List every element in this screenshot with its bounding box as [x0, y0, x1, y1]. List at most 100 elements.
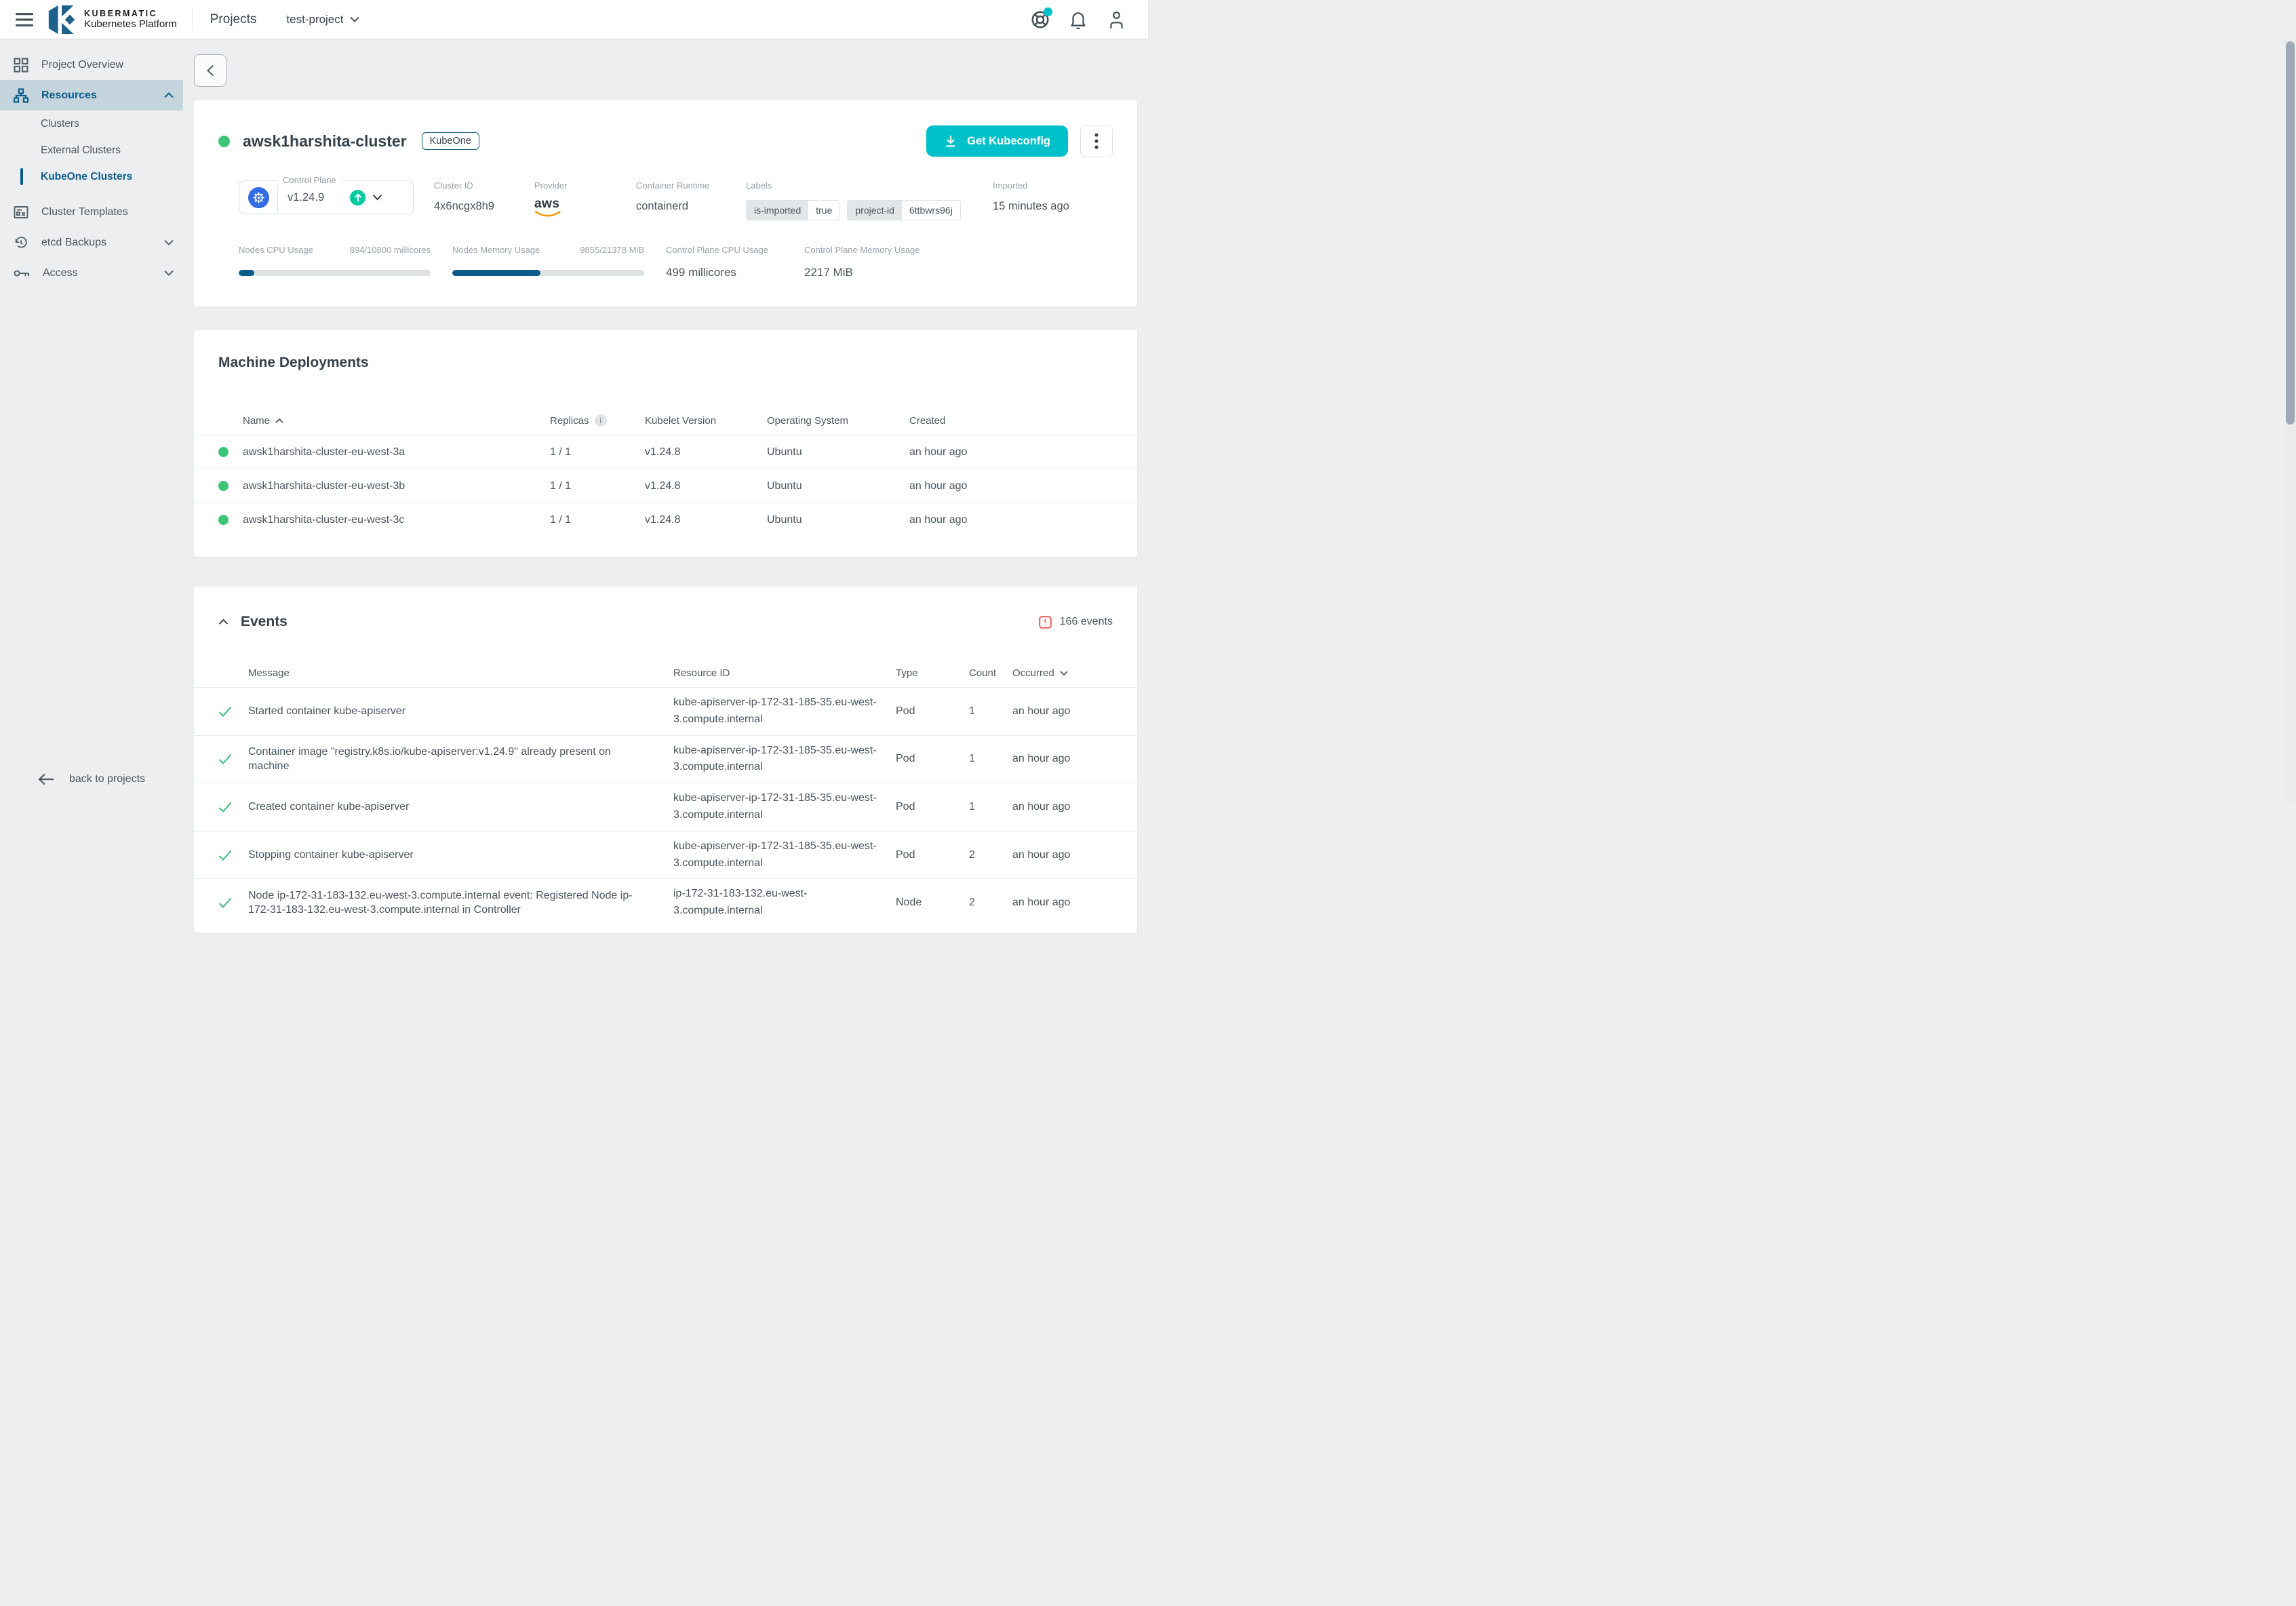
sidebar-item-label: Clusters — [41, 118, 79, 130]
column-label: Kubelet Version — [645, 415, 716, 427]
column-label: Type — [896, 667, 918, 679]
column-label: Created — [909, 415, 945, 427]
sidebar-item-etcd-backups[interactable]: etcd Backups — [0, 227, 183, 258]
version-dropdown-chevron[interactable] — [372, 194, 382, 201]
project-selector-dropdown[interactable]: test-project — [286, 13, 359, 26]
event-message: Container image "registry.k8s.io/kube-ap… — [248, 738, 668, 781]
event-resource-id: ip-172-31-183-132.eu-west-3.compute.inte… — [673, 879, 890, 926]
cluster-id-label: Cluster ID — [434, 180, 514, 191]
provider-label: Provider — [534, 180, 616, 191]
md-replicas: 1 / 1 — [550, 446, 645, 458]
column-count: Count — [969, 667, 1007, 679]
md-created: an hour ago — [909, 480, 1113, 492]
aws-word: aws — [534, 197, 559, 210]
cluster-name-title: awsk1harshita-cluster — [243, 132, 407, 151]
scrollbar-thumb[interactable] — [2286, 41, 2295, 425]
get-kubeconfig-button[interactable]: Get Kubeconfig — [926, 125, 1068, 157]
warning-icon — [1039, 616, 1052, 629]
chevron-up-icon — [164, 92, 174, 98]
event-message: Node ip-172-31-183-132.eu-west-3.compute… — [248, 882, 668, 924]
label-chip: is-imported true — [746, 200, 840, 220]
event-occurred: an hour ago — [1012, 897, 1113, 909]
hamburger-menu-icon[interactable] — [11, 6, 38, 33]
machine-deployment-row[interactable]: awsk1harshita-cluster-eu-west-3a 1 / 1 v… — [194, 435, 1137, 469]
cp-cpu-usage-value: 499 millicores — [666, 266, 783, 279]
events-count-badge: 166 events — [1039, 616, 1113, 629]
chevron-down-icon — [164, 270, 174, 276]
event-row[interactable]: Started container kube-apiserver kube-ap… — [194, 687, 1137, 735]
sidebar: Project Overview Resources Clusters Exte… — [0, 39, 183, 803]
sidebar-item-label: Resources — [41, 90, 151, 102]
event-type: Pod — [896, 705, 964, 718]
back-to-projects-link[interactable]: back to projects — [0, 773, 183, 803]
column-message: Message — [248, 667, 668, 679]
column-created: Created — [909, 415, 1113, 427]
user-account-button[interactable] — [1102, 5, 1130, 34]
help-button[interactable] — [1026, 5, 1054, 34]
machine-deployments-card: Machine Deployments Name Replicas i Kube… — [194, 330, 1137, 557]
cluster-status-healthy-icon — [218, 136, 230, 147]
events-title: Events — [241, 614, 288, 630]
column-kubelet-version: Kubelet Version — [645, 415, 767, 427]
page-scrollbar[interactable] — [2284, 39, 2296, 803]
sidebar-item-kubeone-clusters[interactable]: KubeOne Clusters — [0, 163, 183, 190]
column-occurred-sort[interactable]: Occurred — [1012, 667, 1113, 679]
sidebar-item-clusters[interactable]: Clusters — [0, 111, 183, 137]
md-created: an hour ago — [909, 446, 1113, 458]
sort-desc-icon — [1060, 671, 1068, 675]
template-card-icon — [14, 205, 28, 220]
imported-label: Imported — [993, 180, 1069, 191]
back-button[interactable] — [194, 54, 226, 87]
cluster-id-value: 4x6ncgx8h9 — [434, 200, 514, 213]
replicas-info-icon[interactable]: i — [595, 414, 607, 427]
md-kubelet-version: v1.24.8 — [645, 514, 767, 526]
sidebar-item-external-clusters[interactable]: External Clusters — [0, 137, 183, 163]
event-row[interactable]: Created container kube-apiserver kube-ap… — [194, 783, 1137, 831]
sidebar-item-label: External Clusters — [41, 144, 121, 157]
sidebar-item-resources[interactable]: Resources — [0, 80, 183, 111]
column-label: Replicas — [550, 415, 589, 427]
events-collapse-chevron[interactable] — [218, 619, 229, 625]
control-plane-version-selector[interactable]: Control Plane — [239, 180, 414, 214]
success-check-icon — [218, 753, 232, 764]
event-resource-id: kube-apiserver-ip-172-31-185-35.eu-west-… — [673, 688, 890, 735]
nodes-cpu-usage-meter: Nodes CPU Usage 894/10800 millicores — [239, 245, 431, 279]
sidebar-item-label: Project Overview — [41, 59, 174, 71]
kubermatic-logo — [47, 4, 77, 35]
sidebar-item-label: KubeOne Clusters — [41, 171, 132, 183]
cp-memory-usage-label: Control Plane Memory Usage — [804, 245, 921, 255]
events-count-label: 166 events — [1060, 616, 1113, 628]
label-key: project-id — [848, 201, 902, 220]
events-card: Events 166 events Message Resource ID Ty… — [194, 587, 1137, 933]
machine-deployment-row[interactable]: awsk1harshita-cluster-eu-west-3c 1 / 1 v… — [194, 503, 1137, 536]
back-to-projects-label: back to projects — [69, 773, 145, 785]
event-occurred: an hour ago — [1012, 801, 1113, 813]
cluster-actions-menu-button[interactable] — [1080, 125, 1113, 157]
event-row[interactable]: Node ip-172-31-183-132.eu-west-3.compute… — [194, 878, 1137, 926]
chevron-left-icon — [207, 64, 214, 77]
event-row[interactable]: Container image "registry.k8s.io/kube-ap… — [194, 735, 1137, 783]
key-icon — [14, 268, 30, 279]
sidebar-item-project-overview[interactable]: Project Overview — [0, 50, 183, 80]
nodes-cpu-value: 894/10800 millicores — [350, 245, 431, 255]
sidebar-item-cluster-templates[interactable]: Cluster Templates — [0, 197, 183, 227]
sidebar-item-access[interactable]: Access — [0, 258, 183, 288]
status-healthy-icon — [218, 481, 229, 491]
column-name-sort[interactable]: Name — [243, 415, 550, 427]
arrow-left-icon — [38, 773, 54, 785]
event-occurred: an hour ago — [1012, 849, 1113, 861]
notifications-bell-button[interactable] — [1064, 5, 1092, 34]
event-count: 1 — [969, 705, 1007, 718]
column-label: Name — [243, 415, 270, 427]
upgrade-available-icon[interactable] — [350, 190, 365, 205]
grid-icon — [14, 58, 28, 73]
event-type: Node — [896, 897, 964, 909]
container-runtime-label: Container Runtime — [636, 180, 726, 191]
machine-deployment-row[interactable]: awsk1harshita-cluster-eu-west-3b 1 / 1 v… — [194, 469, 1137, 503]
event-row[interactable]: Stopping container kube-apiserver kube-a… — [194, 831, 1137, 879]
event-count: 2 — [969, 897, 1007, 909]
kubernetes-icon — [248, 187, 269, 208]
sidebar-item-label: Access — [43, 267, 151, 279]
cluster-summary-card: awsk1harshita-cluster KubeOne Get Kubeco… — [194, 100, 1137, 307]
kubeone-badge: KubeOne — [422, 132, 479, 150]
